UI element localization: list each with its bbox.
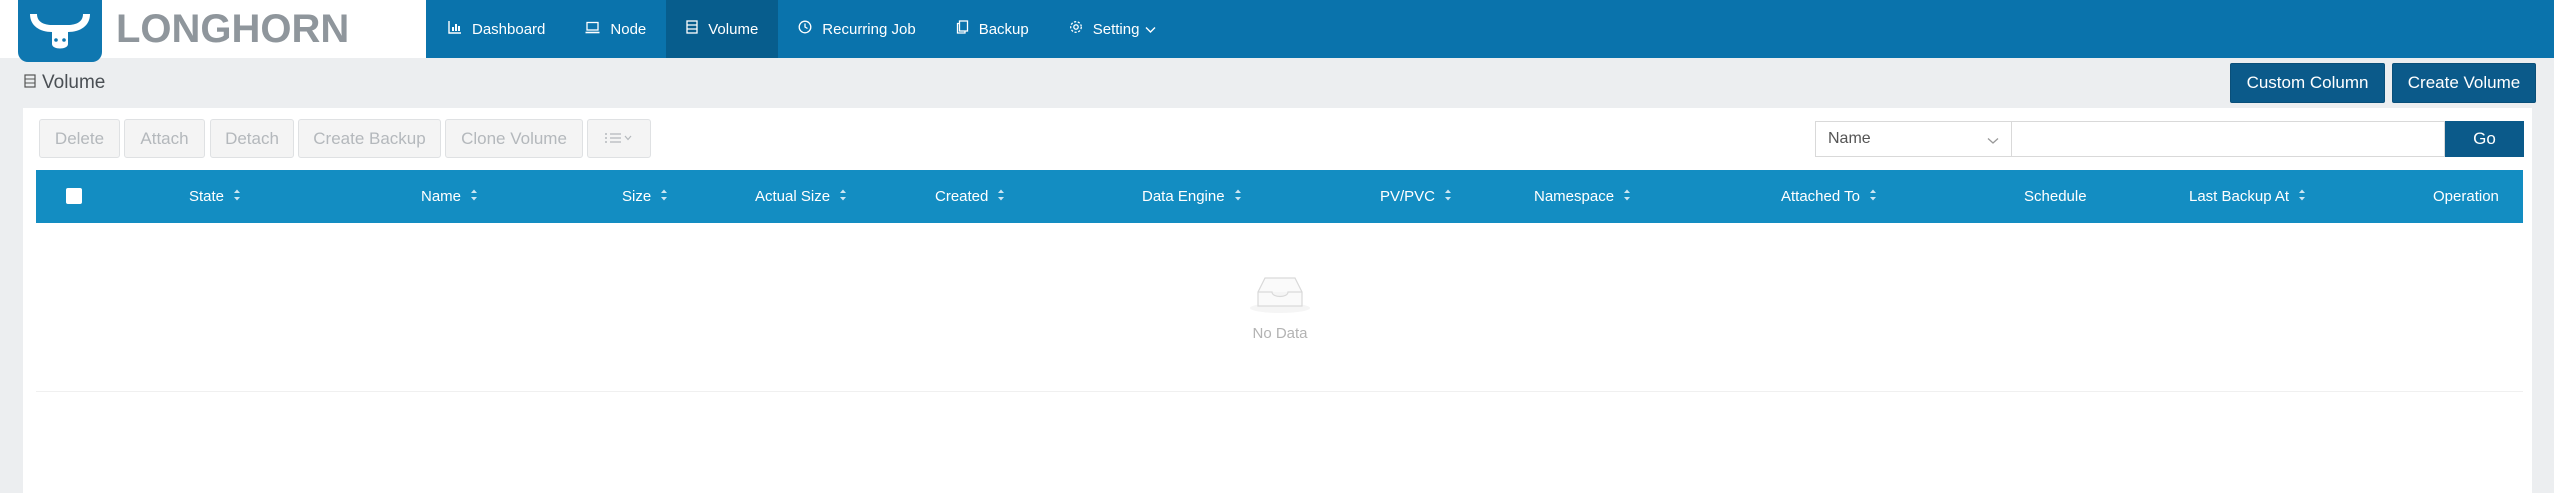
column-label: Last Backup At [2189, 188, 2290, 205]
column-label: Attached To [1781, 188, 1860, 205]
nav-setting[interactable]: Setting [1049, 0, 1187, 58]
column-created[interactable]: Created [935, 170, 1005, 223]
column-label: Size [622, 188, 652, 205]
main-nav: Dashboard Node Volume Recurring Job Back… [428, 0, 1186, 58]
column-state[interactable]: State [189, 170, 241, 223]
nav-label: Backup [978, 20, 1029, 38]
empty-state: No Data [1200, 272, 1360, 342]
column-label: Created [935, 188, 989, 205]
create-volume-button[interactable]: Create Volume [2392, 63, 2536, 103]
laptop-icon [585, 21, 610, 38]
column-label: State [189, 188, 225, 205]
column-name[interactable]: Name [421, 170, 478, 223]
go-button[interactable]: Go [2445, 121, 2524, 157]
logo[interactable]: LONGHORN [0, 0, 426, 62]
nav-node[interactable]: Node [565, 0, 666, 58]
nav-recurring-job[interactable]: Recurring Job [778, 0, 935, 58]
nav-label: Volume [708, 20, 759, 38]
nav-dashboard[interactable]: Dashboard [428, 0, 565, 58]
page-title: Volume [24, 72, 105, 94]
table-header: State Name Size Actual Size Created Data… [36, 170, 2523, 223]
select-all-checkbox[interactable] [66, 188, 82, 204]
column-operation: Operation [2433, 170, 2499, 223]
column-label: PV/PVC [1380, 188, 1436, 205]
column-label: Operation [2433, 188, 2499, 205]
sort-icon [2298, 188, 2306, 206]
search-input[interactable] [2011, 121, 2445, 157]
copy-icon [956, 20, 979, 38]
filter-field-value: Name [1828, 130, 1871, 147]
nav-backup[interactable]: Backup [936, 0, 1049, 58]
detach-button[interactable]: Detach [210, 119, 294, 158]
nav-label: Recurring Job [822, 20, 916, 38]
nav-label: Dashboard [472, 20, 546, 38]
chart-icon [448, 20, 472, 38]
nav-volume[interactable]: Volume [666, 0, 779, 58]
column-label: Data Engine [1142, 188, 1225, 205]
more-actions-button[interactable] [587, 119, 651, 158]
logo-text: LONGHORN [116, 7, 350, 51]
longhorn-icon [18, 0, 102, 62]
clone-volume-button[interactable]: Clone Volume [445, 119, 583, 158]
attach-button[interactable]: Attach [124, 119, 205, 158]
create-backup-button[interactable]: Create Backup [298, 119, 441, 158]
sort-icon [839, 188, 847, 206]
page-title-text: Volume [42, 72, 106, 93]
table-divider [36, 391, 2523, 392]
column-namespace[interactable]: Namespace [1534, 170, 1631, 223]
sort-icon [1234, 188, 1242, 206]
column-label: Name [421, 188, 462, 205]
clock-icon [798, 20, 822, 38]
sort-icon [660, 188, 668, 206]
column-attached-to[interactable]: Attached To [1781, 170, 1877, 223]
chevron-down-icon [1987, 132, 1999, 150]
column-pv-pvc[interactable]: PV/PVC [1380, 170, 1452, 223]
nav-label: Node [610, 20, 647, 38]
delete-button[interactable]: Delete [39, 119, 120, 158]
database-icon [686, 20, 708, 38]
column-last-backup-at[interactable]: Last Backup At [2189, 170, 2306, 223]
filter-field-select[interactable]: Name [1815, 121, 2012, 157]
empty-text: No Data [1252, 325, 1308, 342]
custom-column-button[interactable]: Custom Column [2230, 63, 2385, 103]
column-schedule: Schedule [2024, 170, 2087, 223]
column-actual-size[interactable]: Actual Size [755, 170, 847, 223]
gear-icon [1069, 20, 1093, 38]
column-label: Schedule [2024, 188, 2087, 205]
column-size[interactable]: Size [622, 170, 668, 223]
chevron-down-icon [1145, 21, 1166, 38]
column-label: Namespace [1534, 188, 1615, 205]
sort-icon [470, 188, 478, 206]
sort-icon [997, 188, 1005, 206]
sort-icon [233, 188, 241, 206]
column-data-engine[interactable]: Data Engine [1142, 170, 1242, 223]
list-icon [604, 129, 634, 149]
nav-label: Setting [1092, 20, 1140, 38]
column-label: Actual Size [755, 188, 831, 205]
sort-icon [1869, 188, 1877, 206]
sort-icon [1623, 188, 1631, 206]
empty-inbox-icon [1248, 277, 1312, 318]
database-icon [24, 72, 42, 94]
sort-icon [1444, 188, 1452, 206]
